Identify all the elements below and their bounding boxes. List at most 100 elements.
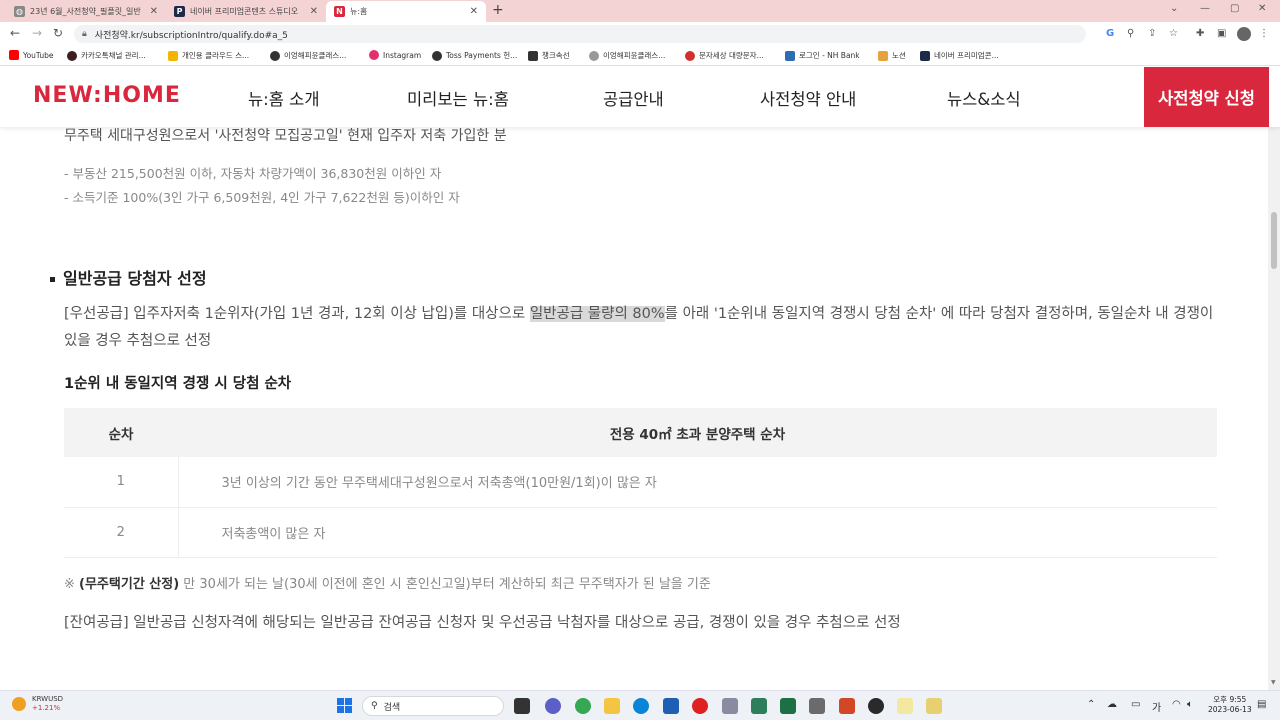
bookmark-item[interactable]: 로그인 - NH Bank bbox=[785, 50, 860, 61]
page-scrollbar[interactable]: ▲ ▼ bbox=[1268, 67, 1280, 690]
chevron-up-icon[interactable]: ⌃ bbox=[1087, 699, 1095, 710]
bookmark-item[interactable]: 노션 bbox=[878, 50, 906, 61]
main-content: 무주택 세대구성원으로서 '사전청약 모집공고일' 현재 입주자 저축 가입한 … bbox=[0, 127, 1268, 690]
url-input[interactable]: 🔒︎ 사전청약.kr/subscriptionIntro/qualify.do#… bbox=[74, 25, 1086, 43]
nav-item-about[interactable]: 뉴:홈 소개 bbox=[248, 86, 320, 110]
maximize-icon[interactable]: ▢ bbox=[1230, 3, 1239, 14]
address-bar-row: ← → ↻ 🔒︎ 사전청약.kr/subscriptionIntro/quali… bbox=[0, 22, 1280, 46]
bookmark-item[interactable]: 챙크속선 bbox=[528, 50, 570, 61]
nav-item-preview[interactable]: 미리보는 뉴:홈 bbox=[407, 86, 509, 110]
edge-icon[interactable] bbox=[633, 698, 649, 714]
bookmark-item[interactable]: YouTube bbox=[9, 50, 54, 60]
scroll-down-icon[interactable]: ▼ bbox=[1271, 679, 1276, 686]
taskbar-search[interactable]: ⚲ 검색 bbox=[362, 696, 504, 716]
bookmark-item[interactable]: Toss Payments 헌... bbox=[432, 50, 517, 61]
store-icon[interactable] bbox=[663, 698, 679, 714]
bookmark-item[interactable]: 이엉해피윤클래스... bbox=[270, 50, 346, 61]
new-tab-icon[interactable]: + bbox=[492, 2, 504, 18]
note-text: ※ (무주택기간 산정) 만 30세가 되는 날(30세 이전에 혼인 시 혼인… bbox=[64, 577, 711, 592]
sidebar-icon[interactable]: ▣ bbox=[1217, 28, 1226, 39]
globe-icon bbox=[589, 50, 599, 61]
search-icon: ⚲ bbox=[371, 701, 378, 711]
highlighted-text: 일반공급 물량의 80% bbox=[529, 306, 665, 322]
wifi-icon[interactable]: ◠ bbox=[1172, 699, 1181, 710]
table-header-cell: 전용 40㎡ 초과 분양주택 순차 bbox=[178, 408, 1217, 457]
notification-icon[interactable]: ▤ bbox=[1257, 699, 1266, 710]
reload-icon[interactable]: ↻ bbox=[53, 26, 63, 40]
close-icon[interactable]: ✕ bbox=[150, 6, 158, 17]
forward-icon[interactable]: → bbox=[32, 26, 42, 40]
sub-title: 1순위 내 동일지역 경쟁 시 당첨 순차 bbox=[64, 376, 292, 392]
kakao-icon bbox=[67, 50, 77, 61]
nav-item-subscription-guide[interactable]: 사전청약 안내 bbox=[760, 86, 856, 110]
table-row: 1 3년 이상의 기간 동안 무주택세대구성원으로서 저축총액(10만원/1회)… bbox=[64, 457, 1217, 508]
nav-item-news[interactable]: 뉴스&소식 bbox=[947, 86, 1021, 110]
globe-icon bbox=[270, 50, 280, 61]
back-icon[interactable]: ← bbox=[10, 26, 20, 40]
scrollbar-thumb[interactable] bbox=[1271, 212, 1277, 269]
condition-item: - 소득기준 100%(3인 가구 6,509천원, 4인 가구 7,622천원… bbox=[64, 190, 460, 205]
sticky-notes-icon[interactable] bbox=[897, 698, 913, 714]
newhome-icon: N bbox=[334, 6, 345, 17]
opera-icon[interactable] bbox=[692, 698, 708, 714]
bookmark-item[interactable]: 카카오톡채널 관리... bbox=[67, 50, 146, 61]
bookmark-item[interactable]: 이엉해피윤클래스... bbox=[589, 50, 665, 61]
apply-subscription-button[interactable]: 사전청약 신청 bbox=[1144, 67, 1269, 127]
bookmark-item[interactable]: 네이버 프리미엄콘... bbox=[920, 50, 999, 61]
partial-line: 무주택 세대구성원으로서 '사전청약 모집공고일' 현재 입주자 저축 가입한 … bbox=[64, 128, 507, 144]
globe-icon: ◍ bbox=[14, 6, 25, 17]
share-icon[interactable]: ⇪ bbox=[1148, 28, 1156, 39]
bookmark-item[interactable]: 문자세상 대량문자... bbox=[685, 50, 764, 61]
volume-icon[interactable]: 🔈︎ bbox=[1187, 699, 1193, 710]
table-header-cell: 순차 bbox=[64, 408, 178, 457]
nav-item-supply[interactable]: 공급안내 bbox=[603, 86, 664, 110]
ime-indicator[interactable]: 가 bbox=[1152, 699, 1161, 714]
cloud-icon[interactable]: ☁ bbox=[1107, 699, 1117, 710]
drive-icon bbox=[168, 50, 178, 61]
weather-icon bbox=[12, 697, 26, 711]
lock-icon: 🔒︎ bbox=[82, 29, 87, 39]
table-cell: 2 bbox=[64, 507, 179, 558]
powerpoint-icon[interactable] bbox=[839, 698, 855, 714]
site-logo[interactable]: NEW:HOME bbox=[33, 83, 181, 108]
zoom-icon[interactable]: ⚲ bbox=[1127, 28, 1134, 39]
notepad-icon[interactable] bbox=[751, 698, 767, 714]
task-view-icon[interactable] bbox=[514, 698, 530, 714]
calculator-icon[interactable] bbox=[809, 698, 825, 714]
close-icon[interactable]: ✕ bbox=[470, 6, 478, 17]
bookmark-icon bbox=[528, 50, 538, 61]
premium-content-icon bbox=[920, 50, 930, 61]
extensions-icon[interactable]: ✚ bbox=[1196, 28, 1204, 39]
start-button[interactable] bbox=[337, 698, 352, 713]
widget-ticker[interactable]: KRWUSD +1.21% bbox=[12, 695, 63, 713]
browser-tab-3[interactable]: N 뉴:홈 ✕ bbox=[326, 1, 486, 22]
menu-icon[interactable]: ⋮ bbox=[1259, 28, 1269, 39]
battery-icon[interactable]: ▭ bbox=[1131, 699, 1140, 710]
google-icon[interactable]: G bbox=[1106, 28, 1114, 39]
tab-title: 네이버 프리미엄콘텐츠 스튜디오 bbox=[190, 7, 299, 16]
snipping-tool-icon[interactable] bbox=[722, 698, 738, 714]
close-window-icon[interactable]: ✕ bbox=[1258, 3, 1266, 14]
chat-icon[interactable] bbox=[545, 698, 561, 714]
premium-content-icon: P bbox=[174, 6, 185, 17]
folder-icon bbox=[878, 50, 888, 61]
browser-tab-2[interactable]: P 네이버 프리미엄콘텐츠 스튜디오 ✕ bbox=[166, 1, 326, 22]
file-explorer-icon[interactable] bbox=[604, 698, 620, 714]
minimize-icon[interactable]: — bbox=[1200, 3, 1210, 14]
priority-order-table: 순차 전용 40㎡ 초과 분양주택 순차 1 3년 이상의 기간 동안 무주택세… bbox=[64, 408, 1217, 558]
chrome-icon[interactable] bbox=[575, 698, 591, 714]
excel-icon[interactable] bbox=[780, 698, 796, 714]
star-icon[interactable]: ☆ bbox=[1169, 28, 1178, 39]
profile-avatar[interactable] bbox=[1237, 27, 1251, 41]
chevron-down-icon[interactable]: ⌄ bbox=[1170, 3, 1178, 14]
bookmark-item[interactable]: 개인용 클라우드 스... bbox=[168, 50, 249, 61]
bank-icon bbox=[785, 50, 795, 61]
bookmark-item[interactable]: Instagram bbox=[369, 50, 421, 60]
sms-icon bbox=[685, 50, 695, 61]
taskbar-clock[interactable]: 오후 9:55 2023-06-13 bbox=[1208, 695, 1252, 715]
browser-tab-1[interactable]: ◍ 23년 6월_사전청약_필플릿_일반 ✕ bbox=[6, 1, 166, 22]
app-icon[interactable] bbox=[926, 698, 942, 714]
app-icon[interactable] bbox=[868, 698, 884, 714]
close-icon[interactable]: ✕ bbox=[310, 6, 318, 17]
table-header-row: 순차 전용 40㎡ 초과 분양주택 순차 bbox=[64, 408, 1217, 457]
